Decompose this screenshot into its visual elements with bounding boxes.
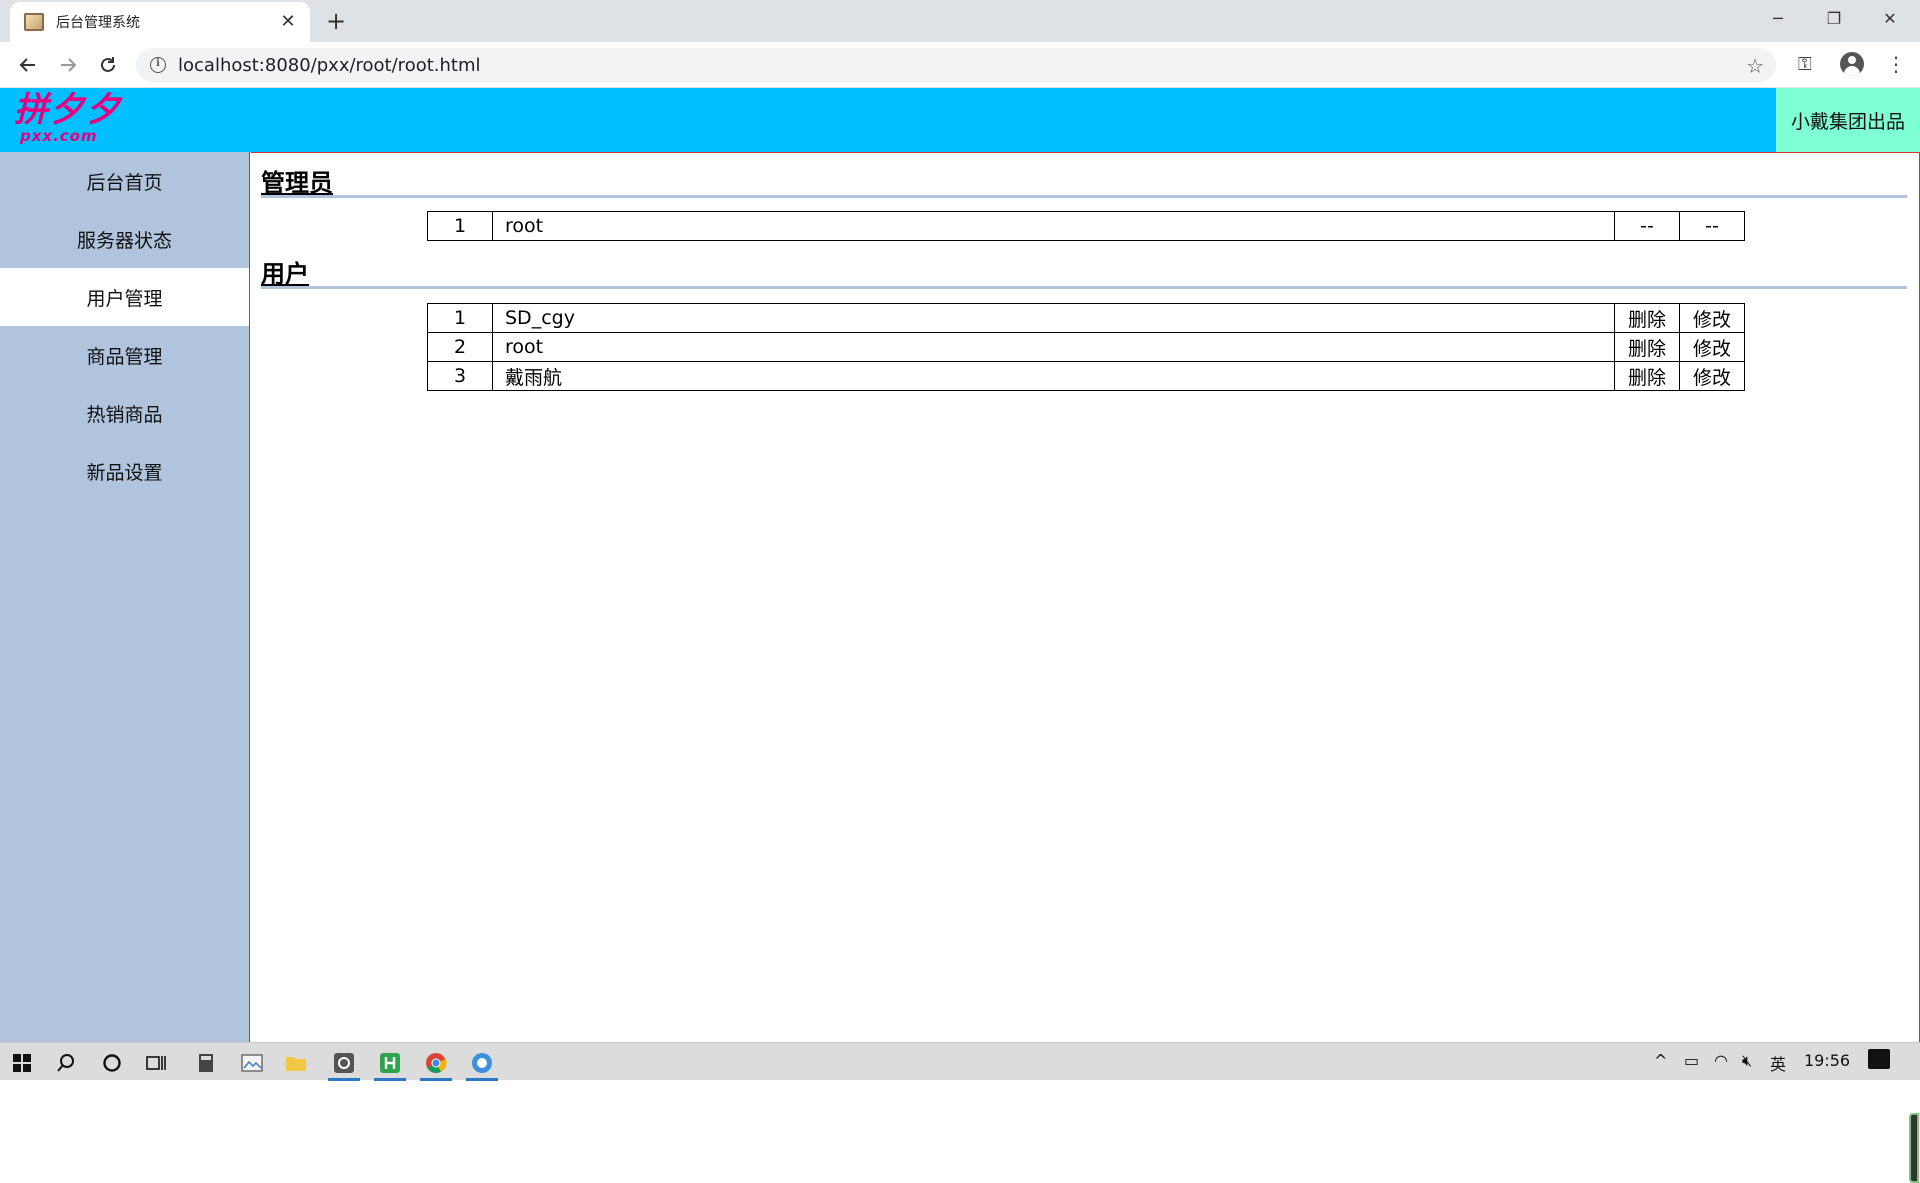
show-hidden-icons-icon[interactable]: ^ (1654, 1051, 1667, 1070)
close-tab-icon[interactable]: ✕ (278, 12, 298, 32)
table-row: 3 戴雨航 删除 修改 (427, 361, 1745, 391)
scrollbar-thumb[interactable] (1909, 1113, 1919, 1183)
windows-logo-icon (13, 1054, 31, 1072)
user-section-title: 用户 (261, 260, 309, 288)
sidebar-item-new-products[interactable]: 新品设置 (0, 442, 249, 500)
user-section-divider (261, 286, 1907, 289)
browser-tab[interactable]: 后台管理系统 ✕ (10, 2, 310, 42)
row-username: 戴雨航 (492, 361, 1615, 391)
arrow-left-icon (19, 58, 35, 72)
logo-domain: pxx.com (20, 127, 98, 145)
edit-user-button[interactable]: 修改 (1679, 303, 1745, 333)
input-method-indicator[interactable]: 英 (1770, 1051, 1786, 1075)
key-icon[interactable]: ⚿ (1798, 54, 1812, 75)
search-icon[interactable] (46, 1047, 86, 1079)
edit-user-button[interactable]: 修改 (1679, 332, 1745, 362)
admin-section-title: 管理员 (261, 169, 333, 197)
edit-user-button[interactable]: 修改 (1679, 361, 1745, 391)
restore-window-button[interactable]: ❐ (1806, 0, 1862, 36)
photos-icon[interactable] (232, 1047, 272, 1079)
tab-title: 后台管理系统 (56, 15, 140, 31)
table-row: 1 root -- -- (427, 211, 1745, 241)
minimize-window-button[interactable]: ─ (1750, 0, 1806, 36)
close-window-button[interactable]: ✕ (1862, 0, 1918, 36)
screenshot-app-icon[interactable] (324, 1047, 364, 1081)
calculator-icon[interactable] (186, 1047, 226, 1079)
main-content: 管理员 1 root -- -- 用户 1 SD_cgy 删除 修改 2 roo… (251, 152, 1920, 1183)
notification-center-icon[interactable] (1868, 1049, 1890, 1069)
kebab-menu-icon[interactable]: ⋮ (1886, 52, 1906, 76)
sidebar-item-hot-products[interactable]: 热销商品 (0, 384, 249, 442)
arrow-right-icon (61, 58, 77, 72)
os-taskbar: ^ ▭ ◠ 🔇︎ 英 19:56 (0, 1042, 1920, 1081)
browser-app-icon[interactable] (462, 1047, 502, 1081)
network-icon[interactable]: ◠ (1714, 1051, 1728, 1070)
row-number: 2 (427, 332, 493, 362)
url-text: localhost:8080/pxx/root/root.html (178, 54, 481, 76)
delete-user-button[interactable]: 删除 (1614, 303, 1680, 333)
battery-icon[interactable]: ▭ (1684, 1051, 1699, 1070)
volume-muted-icon[interactable]: 🔇︎ (1742, 1051, 1752, 1071)
back-button[interactable] (14, 51, 42, 79)
brand-credit: 小戴集团出品 (1776, 88, 1920, 152)
row-number: 3 (427, 361, 493, 391)
delete-placeholder: -- (1614, 211, 1680, 241)
sidebar-item-home[interactable]: 后台首页 (0, 152, 249, 210)
admin-section-divider (261, 195, 1907, 198)
sidebar-item-server-status[interactable]: 服务器状态 (0, 210, 249, 268)
profile-icon[interactable] (1840, 52, 1864, 76)
sidebar-item-user-management[interactable]: 用户管理 (0, 268, 249, 326)
task-view-icon[interactable] (136, 1047, 176, 1079)
address-bar[interactable]: i localhost:8080/pxx/root/root.html ☆ (136, 48, 1776, 82)
admin-table: 1 root -- -- (427, 211, 1745, 241)
favicon-icon (24, 13, 44, 31)
table-row: 1 SD_cgy 删除 修改 (427, 303, 1745, 333)
start-button[interactable] (2, 1047, 42, 1079)
edit-placeholder: -- (1679, 211, 1745, 241)
user-table: 1 SD_cgy 删除 修改 2 root 删除 修改 3 戴雨航 删除 修改 (427, 303, 1745, 391)
reload-icon (101, 57, 115, 72)
delete-user-button[interactable]: 删除 (1614, 332, 1680, 362)
sidebar: 后台首页 服务器状态 用户管理 商品管理 热销商品 新品设置 (0, 152, 250, 1042)
chrome-icon[interactable] (416, 1047, 456, 1081)
row-number: 1 (427, 211, 493, 241)
reload-button[interactable] (94, 51, 122, 79)
table-row: 2 root 删除 修改 (427, 332, 1745, 362)
site-logo[interactable]: 拼夕夕 pxx.com (14, 92, 124, 148)
row-username: SD_cgy (492, 303, 1615, 333)
sidebar-item-product-management[interactable]: 商品管理 (0, 326, 249, 384)
hbuilder-icon[interactable] (370, 1047, 410, 1081)
clock[interactable]: 19:56 (1804, 1051, 1850, 1070)
browser-toolbar: i localhost:8080/pxx/root/root.html ☆ ⚿ … (0, 42, 1920, 88)
row-number: 1 (427, 303, 493, 333)
bookmark-star-icon[interactable]: ☆ (1746, 54, 1764, 78)
row-username: root (492, 211, 1615, 241)
delete-user-button[interactable]: 删除 (1614, 361, 1680, 391)
forward-button[interactable] (54, 51, 82, 79)
row-username: root (492, 332, 1615, 362)
site-info-icon[interactable]: i (150, 57, 166, 73)
page-header: 拼夕夕 pxx.com 小戴集团出品 (0, 88, 1920, 152)
browser-tab-strip: 后台管理系统 ✕ + ─ ❐ ✕ (0, 0, 1920, 42)
cortana-icon[interactable] (92, 1047, 132, 1079)
new-tab-button[interactable]: + (322, 8, 350, 36)
file-explorer-icon[interactable] (276, 1047, 316, 1079)
logo-text: 拼夕夕 (14, 90, 122, 130)
